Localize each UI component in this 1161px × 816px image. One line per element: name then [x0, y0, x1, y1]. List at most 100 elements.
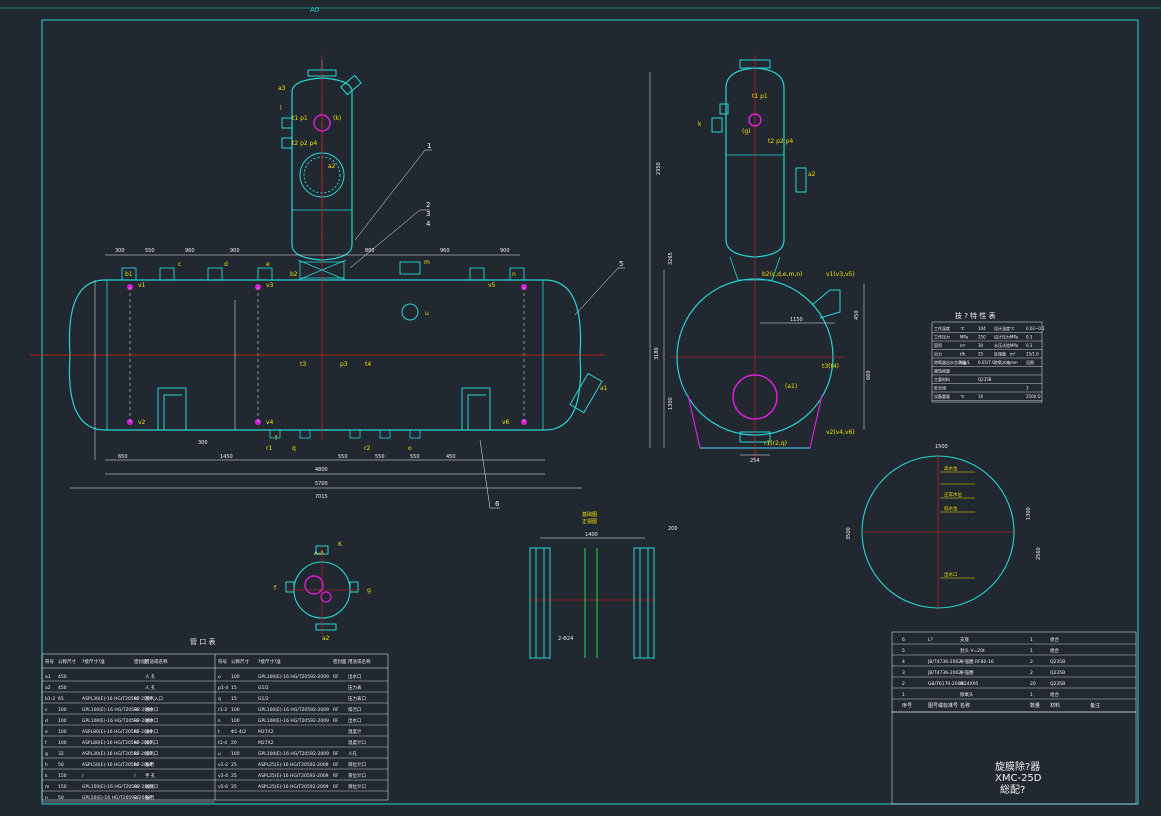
table-cell: 进水口: [145, 706, 159, 713]
table-cell: ASPL50(E)-16 HG/T20592-2009: [82, 762, 153, 768]
table-cell: 1: [1030, 692, 1033, 698]
table-cell: 30: [978, 343, 984, 348]
table-cell: mm: [1010, 360, 1018, 365]
table-cell: GB/T6170-2000: [928, 681, 964, 687]
table-cell: 100: [231, 751, 240, 757]
table-cell: 2: [1030, 659, 1033, 665]
svg-text:254: 254: [750, 458, 760, 464]
svg-text:v6: v6: [502, 419, 510, 426]
svg-text:3180: 3180: [654, 347, 660, 360]
table-cell: 1: [1030, 648, 1033, 654]
table-cell: 0.05/7.0: [978, 360, 995, 365]
table-cell: 150: [58, 784, 67, 790]
svg-text:正视图: 正视图: [582, 518, 597, 525]
table-cell: t1-4: [218, 740, 227, 746]
table-cell: 15: [231, 685, 237, 691]
table-cell: u: [218, 752, 221, 757]
nozzle-table-title: 管 口 表: [190, 637, 215, 646]
table-cell: 0.02~0.1: [1026, 326, 1045, 331]
svg-text:v2(v4,v6): v2(v4,v6): [826, 429, 855, 436]
table-cell: 0.3: [1026, 343, 1033, 348]
table-cell: 补强圈: [960, 669, 974, 676]
table-cell: 见图: [1026, 359, 1034, 365]
svg-text:550: 550: [145, 248, 155, 254]
table-cell: 处理量: [994, 351, 1006, 357]
table-cell: 液位计口: [348, 761, 366, 768]
svg-text:a2: a2: [808, 171, 816, 178]
svg-text:t2 p2 p4: t2 p2 p4: [768, 138, 793, 145]
table-cell: GPL100(E)-16 HG/T20592-2009: [82, 718, 153, 724]
spec-table-title: 技 ? 特 性 表: [955, 311, 996, 320]
svg-text:550: 550: [375, 454, 385, 460]
svg-text:r1: r1: [266, 445, 272, 452]
table-cell: ASPL80(E)-16 HG/T20592-2009: [82, 729, 153, 735]
table-cell: 腐蚀裕量: [934, 368, 950, 374]
table-cell: 100: [231, 707, 240, 713]
table-cell: 除氧头: [960, 691, 974, 698]
table-cell: RF: [333, 718, 339, 724]
side-view: 1150 2350 450 660 3265 1300 3180 254 k (…: [649, 55, 872, 464]
table-cell: 20: [231, 740, 237, 746]
leader-4: 4: [426, 220, 431, 228]
table-cell: 排污口: [348, 706, 362, 713]
svg-text:7015: 7015: [315, 494, 328, 500]
table-header-cell: 公称尺寸: [58, 658, 76, 665]
table-cell: 65: [58, 696, 64, 702]
svg-text:1300: 1300: [668, 397, 674, 410]
table-header-cell: 序号: [902, 702, 912, 709]
table-cell: a2: [45, 685, 51, 691]
spec-table: 技 ? 特 性 表工作温度 ℃ 104 设计温度 ℃ 0.02~0.1工作压力 MPa 250…: [932, 311, 1045, 401]
table-cell: 人孔: [348, 750, 357, 757]
svg-text:a2: a2: [328, 163, 336, 170]
leader-5: 5: [619, 260, 623, 268]
svg-text:1500: 1500: [935, 444, 948, 450]
table-cell: GPL150(E)-16 HG/T20592-2009: [82, 784, 153, 790]
table-cell: RF: [134, 740, 140, 746]
table-cell: v1-2: [218, 762, 228, 768]
svg-text:基础图: 基础图: [582, 511, 597, 518]
table-cell: 20: [1030, 681, 1036, 687]
table-cell: 水压试验: [994, 342, 1010, 348]
table-cell: /: [82, 773, 84, 779]
table-cell: 液位计口: [348, 783, 366, 790]
svg-text:a3: a3: [278, 85, 286, 92]
table-cell: 1: [902, 692, 905, 698]
table-cell: v3-4: [218, 773, 228, 779]
svg-text:n: n: [512, 271, 516, 278]
svg-text:300: 300: [198, 440, 208, 446]
table-cell: m³: [960, 343, 966, 348]
svg-text:t3(t4): t3(t4): [822, 363, 839, 370]
table-cell: ℃: [1010, 326, 1015, 331]
svg-text:a1: a1: [600, 385, 608, 392]
table-cell: 100: [58, 740, 67, 746]
svg-text:r1(r2,q): r1(r2,q): [764, 440, 787, 447]
table-cell: M27X2: [258, 729, 274, 735]
table-cell: ℃: [960, 394, 965, 399]
table-cell: GPL100(E)-16 HG/T20592-2009: [258, 751, 329, 757]
svg-text:e: e: [266, 261, 270, 268]
table-cell: ASPL30(E)-16 HG/T20592-2009: [82, 696, 153, 702]
svg-text:o: o: [408, 445, 412, 452]
table-cell: GPL100(E)-16 HG/T20592-2009: [82, 707, 153, 713]
table-cell: 溢流口: [145, 783, 159, 790]
top-mark: A0: [310, 6, 319, 14]
table-header-cell: 图号或标准号: [928, 702, 958, 709]
table-cell: Q235B: [978, 377, 992, 382]
table-cell: 10: [978, 394, 984, 399]
table-cell: 排汽口: [145, 739, 159, 746]
table-header-cell: 数量: [1030, 702, 1040, 709]
table-cell: G1/2: [258, 685, 269, 691]
svg-text:t1 p1: t1 p1: [752, 93, 768, 100]
table-cell: ASPL25(E)-16 HG/T20592-2009: [258, 773, 329, 779]
svg-text:1450: 1450: [220, 454, 233, 460]
table-cell: 100: [58, 707, 67, 713]
table-cell: RF: [134, 718, 140, 724]
svg-text:(g): (g): [742, 128, 751, 135]
table-cell: p1-4: [218, 685, 228, 691]
table-header-cell: 名称: [960, 702, 970, 709]
table-cell: n: [45, 796, 48, 801]
table-cell: 3: [902, 670, 905, 676]
table-cell: 压力表: [348, 684, 362, 691]
engineering-drawing: A0 1 2 3 4 5 6 300 550 960 900 880 960 9…: [0, 6, 1161, 805]
svg-text:3500: 3500: [846, 527, 852, 540]
